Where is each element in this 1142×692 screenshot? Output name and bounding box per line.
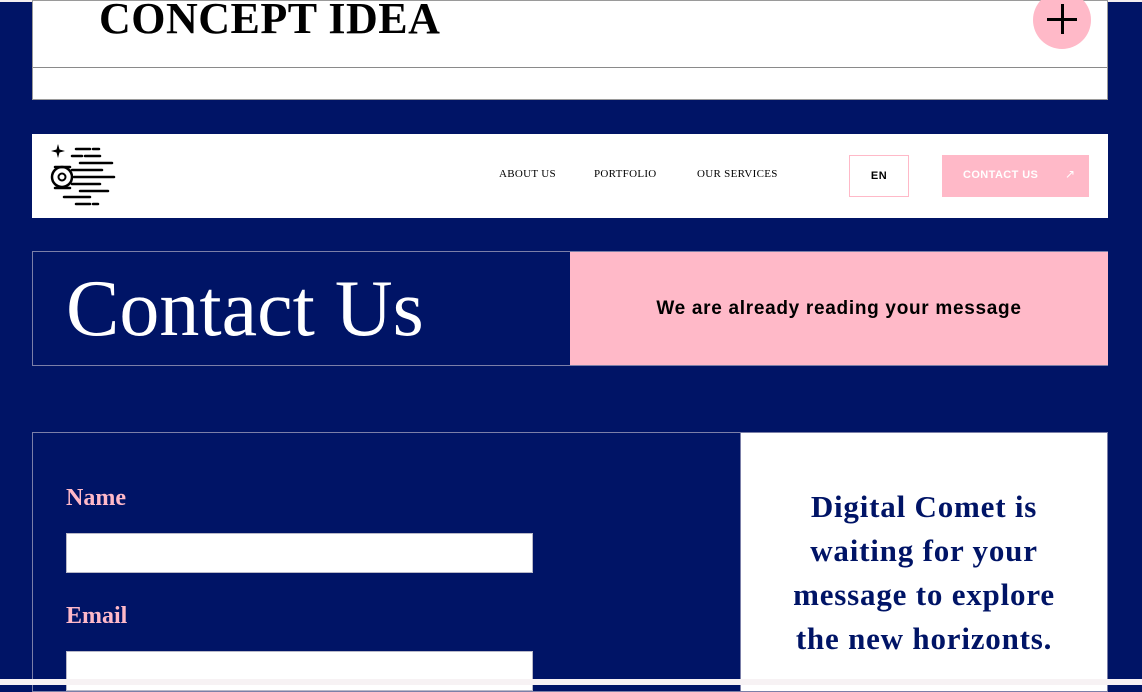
- nav-link-about-us[interactable]: ABOUT US: [499, 168, 556, 180]
- comet-logo-icon[interactable]: [50, 144, 120, 208]
- concept-idea-title: CONCEPT IDEA: [99, 0, 441, 43]
- contact-form: Name Email: [32, 432, 741, 692]
- expand-plus-button[interactable]: [1033, 0, 1091, 49]
- plus-icon-vertical: [1061, 4, 1064, 34]
- message-banner: We are already reading your message: [570, 252, 1108, 365]
- top-navigation: ABOUT US PORTFOLIO OUR SERVICES EN CONTA…: [32, 134, 1108, 218]
- name-label: Name: [66, 485, 126, 511]
- nav-link-portfolio[interactable]: PORTFOLIO: [594, 168, 657, 180]
- contact-us-label: CONTACT US: [963, 169, 1039, 181]
- nav-link-our-services[interactable]: OUR SERVICES: [697, 168, 778, 180]
- page-edge-bottom: [0, 679, 1142, 685]
- concept-idea-card: CONCEPT IDEA: [32, 0, 1108, 100]
- contact-us-button[interactable]: CONTACT US ↗: [942, 155, 1089, 197]
- name-field[interactable]: [66, 533, 533, 573]
- message-line: waiting for your: [810, 533, 1038, 568]
- message-line: the new horizonts.: [795, 621, 1053, 656]
- arrow-up-right-icon: ↗: [1065, 167, 1076, 181]
- banner-message: We are already reading your message: [656, 298, 1022, 319]
- message-line: Digital Comet is: [810, 489, 1038, 524]
- contact-header: Contact Us We are already reading your m…: [32, 251, 1108, 366]
- email-label: Email: [66, 603, 128, 629]
- language-selector[interactable]: EN: [849, 155, 909, 197]
- digital-comet-card: Digital Comet is waiting for your messag…: [740, 432, 1108, 692]
- email-field[interactable]: [66, 651, 533, 691]
- card-divider: [33, 67, 1107, 68]
- page-title: Contact Us: [66, 265, 424, 353]
- message-line: message to explore: [793, 577, 1055, 612]
- digital-comet-message: Digital Comet is waiting for your messag…: [741, 485, 1107, 661]
